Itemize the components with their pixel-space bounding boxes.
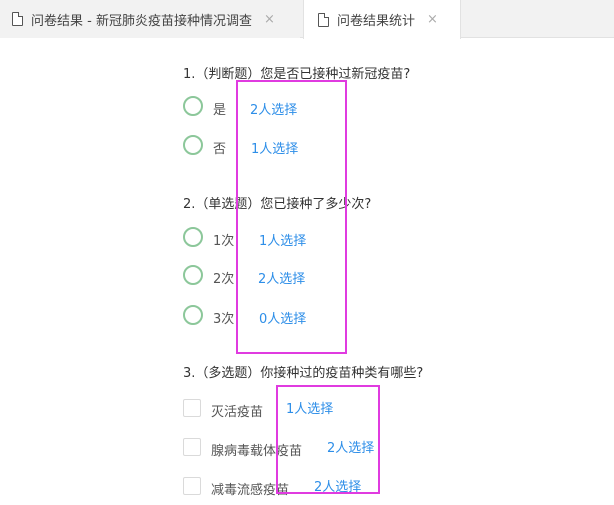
option-label: 3次 [213, 312, 235, 327]
highlight-box [236, 80, 347, 354]
highlight-box [276, 385, 380, 494]
tab-bar: 问卷结果 - 新冠肺炎疫苗接种情况调查 × 问卷结果统计 × [0, 0, 614, 39]
radio-button[interactable] [183, 227, 203, 247]
document-icon [12, 12, 23, 26]
checkbox[interactable] [183, 477, 201, 495]
option-label: 2次 [213, 272, 235, 287]
close-icon[interactable]: × [264, 12, 275, 27]
tab-label: 问卷结果统计 [337, 14, 416, 29]
option-label: 否 [213, 142, 227, 157]
radio-button[interactable] [183, 305, 203, 325]
radio-button[interactable] [183, 96, 203, 116]
tab-survey-results[interactable]: 问卷结果 - 新冠肺炎疫苗接种情况调查 × [0, 0, 300, 38]
radio-button[interactable] [183, 265, 203, 285]
checkbox[interactable] [183, 438, 201, 456]
option-label: 1次 [213, 234, 235, 249]
tab-results-statistics[interactable]: 问卷结果统计 × [303, 0, 461, 39]
question-title: 3.（多选题）你接种过的疫苗种类有哪些? [183, 366, 424, 381]
tab-label: 问卷结果 - 新冠肺炎疫苗接种情况调查 [31, 13, 252, 29]
option-label: 是 [213, 103, 227, 118]
checkbox[interactable] [183, 399, 201, 417]
document-icon [318, 12, 329, 27]
radio-button[interactable] [183, 135, 203, 155]
option-label: 灭活疫苗 [211, 405, 264, 420]
close-icon[interactable]: × [427, 12, 438, 27]
